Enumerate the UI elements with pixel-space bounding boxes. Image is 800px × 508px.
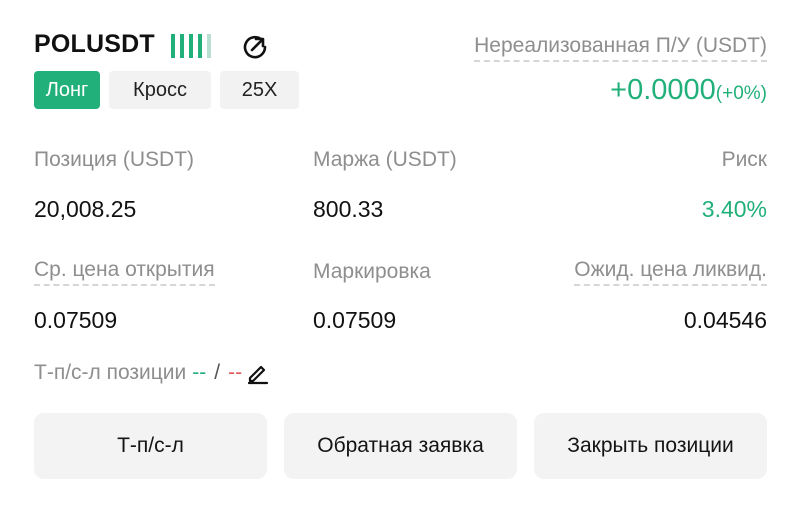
pnl-percent: (+0%) — [715, 83, 767, 104]
tpsl-separator: / — [214, 361, 221, 384]
liquidation-price-value: 0.04546 — [683, 307, 767, 333]
signal-bars-icon — [171, 34, 213, 58]
share-icon[interactable] — [240, 32, 270, 62]
risk-value: 3.40% — [701, 196, 767, 222]
margin-value: 800.33 — [313, 196, 384, 222]
mark-price-label: Маркировка — [313, 260, 431, 283]
close-position-button[interactable]: Закрыть позиции — [534, 413, 767, 479]
tpsl-button[interactable]: Т-п/с-л — [34, 413, 267, 479]
mark-price-value: 0.07509 — [313, 307, 397, 333]
take-profit-value: -- — [192, 361, 207, 384]
liquidation-price-label[interactable]: Ожид. цена ликвид. — [574, 258, 767, 286]
edit-icon[interactable] — [246, 361, 270, 385]
reverse-order-button[interactable]: Обратная заявка — [284, 413, 517, 479]
tpsl-label: Т-п/с-л позиции — [34, 361, 187, 384]
stop-loss-value: -- — [228, 361, 243, 384]
entry-price-label[interactable]: Ср. цена открытия — [34, 258, 215, 286]
unrealized-pnl-label[interactable]: Нереализованная П/У (USDT) — [474, 34, 767, 62]
leverage-badge[interactable]: 25X — [220, 71, 299, 109]
margin-label: Маржа (USDT) — [313, 148, 457, 171]
position-tpsl-row[interactable]: Т-п/с-л позиции -- / -- — [34, 361, 270, 385]
side-badge: Лонг — [34, 71, 100, 109]
pnl-amount: +0.0000 — [610, 74, 716, 106]
position-value: 20,008.25 — [34, 196, 137, 222]
risk-label: Риск — [721, 148, 767, 171]
entry-price-value: 0.07509 — [34, 307, 118, 333]
unrealized-pnl-value: +0.0000(+0%) — [610, 74, 767, 107]
margin-mode-badge[interactable]: Кросс — [109, 71, 211, 109]
position-label: Позиция (USDT) — [34, 148, 195, 171]
symbol-title[interactable]: POLUSDT — [34, 30, 155, 59]
